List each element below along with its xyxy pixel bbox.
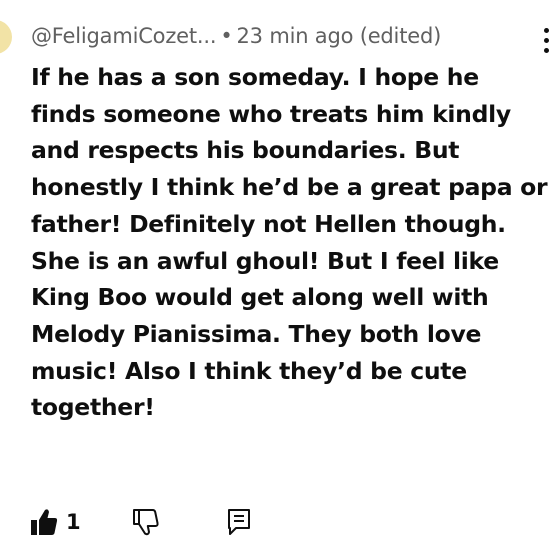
comment-header: @FeligamiCozet... • 23 min ago (edited) [31, 21, 441, 51]
dislike-button[interactable] [132, 504, 160, 540]
comment-action-bar: 1 [30, 504, 290, 540]
thumbs-down-outline-icon [132, 507, 160, 537]
author-name[interactable]: @FeligamiCozet... [31, 24, 217, 48]
more-vertical-icon-dot [544, 38, 549, 43]
like-button[interactable]: 1 [30, 504, 81, 540]
header-separator: • [220, 24, 233, 48]
more-options-button[interactable] [538, 28, 554, 58]
avatar[interactable] [0, 20, 12, 54]
more-vertical-icon [544, 28, 549, 33]
comment-timestamp: 23 min ago (edited) [236, 24, 442, 48]
like-count: 1 [66, 510, 81, 534]
comment-reply-icon [226, 507, 252, 537]
comment-text: If he has a son someday. I hope he finds… [31, 63, 548, 422]
thumbs-up-filled-icon [30, 507, 58, 537]
more-vertical-icon-dot [544, 48, 549, 53]
reply-button[interactable] [226, 504, 252, 540]
